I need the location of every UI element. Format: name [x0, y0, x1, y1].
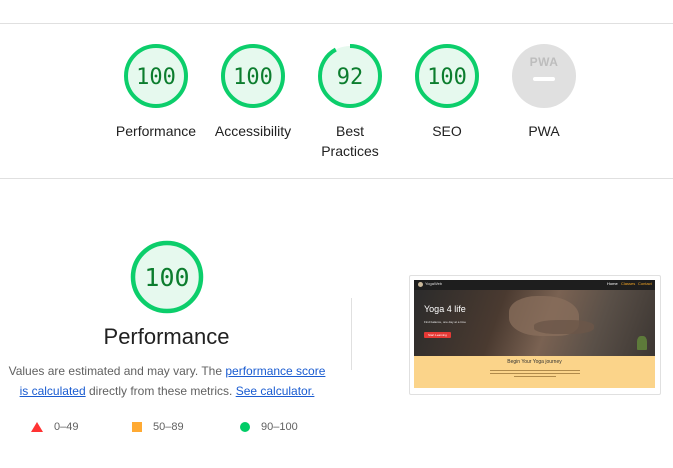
- gauge-ring: 92: [318, 44, 382, 108]
- gauge-label: SEO: [432, 123, 462, 139]
- big-score: 100: [144, 263, 189, 292]
- gauge-label: Performance: [115, 123, 197, 139]
- thumb-plant-icon: [637, 336, 647, 350]
- thumb-footer: [414, 388, 655, 390]
- performance-title: Performance: [103, 324, 230, 349]
- thumb-nav-item: Contact: [638, 281, 652, 286]
- thumb-text-line: [490, 370, 580, 371]
- square-icon: [132, 422, 142, 432]
- desc-text: directly from these metrics.: [85, 384, 236, 398]
- thumb-figure: [534, 320, 594, 334]
- gauge-score: 100: [427, 65, 467, 90]
- thumb-text-line: [514, 376, 556, 377]
- thumb-navbar: YogaWeb Home Classes Contact: [414, 280, 655, 290]
- thumb-hero-sub: Find balance, one day at a time: [424, 320, 466, 324]
- vertical-divider: [351, 298, 352, 370]
- legend-range: 50–89: [153, 421, 184, 433]
- thumb-nav-item: Classes: [621, 281, 636, 286]
- gauge-ring: 100: [124, 44, 188, 108]
- thumb-nav-item: Home: [607, 281, 618, 286]
- circle-icon: [240, 422, 250, 432]
- triangle-icon: [31, 422, 43, 432]
- see-calculator-link[interactable]: See calculator.: [236, 384, 315, 398]
- gauge-label: Accessibility: [214, 123, 292, 139]
- gauge-pwa[interactable]: PWA PWA: [496, 43, 592, 141]
- gauge-score: 92: [337, 65, 364, 90]
- performance-description: Values are estimated and may vary. The p…: [4, 361, 330, 401]
- desc-text: Values are estimated and may vary. The: [8, 364, 226, 378]
- pwa-badge-icon: PWA: [512, 44, 576, 108]
- section-divider: [0, 178, 673, 179]
- thumb-journey-band: Begin Your Yoga journey: [414, 356, 655, 388]
- legend-range: 90–100: [261, 421, 298, 433]
- gauge-score: 100: [136, 65, 176, 90]
- top-divider: [0, 23, 673, 24]
- gauge-performance[interactable]: 100 Performance: [108, 43, 204, 141]
- thumb-hero: Yoga 4 life Find balance, one day at a t…: [414, 290, 655, 356]
- thumb-text-line: [490, 373, 580, 374]
- legend-pass: 90–100: [240, 418, 298, 436]
- pwa-badge-text: PWA: [530, 55, 559, 69]
- gauge-seo[interactable]: 100 SEO: [399, 43, 495, 141]
- thumb-hero-button: Start Learning: [424, 332, 451, 338]
- gauge-best-practices[interactable]: 92 Best Practices: [302, 43, 398, 161]
- final-screenshot-thumbnail[interactable]: YogaWeb Home Classes Contact Yoga 4 life…: [409, 275, 661, 395]
- gauge-label: PWA: [528, 123, 560, 139]
- gauge-ring: 100: [415, 44, 479, 108]
- gauge-ring: 100: [221, 44, 285, 108]
- thumb-band-title: Begin Your Yoga journey: [507, 359, 562, 365]
- legend-average: 50–89: [132, 418, 184, 436]
- gauge-label: Best Practices: [321, 123, 379, 159]
- legend-fail: 0–49: [31, 418, 78, 436]
- thumb-hero-title: Yoga 4 life: [424, 304, 466, 314]
- gauge-score: 100: [233, 65, 273, 90]
- legend-range: 0–49: [54, 421, 79, 433]
- performance-big-gauge: 100: [130, 240, 204, 314]
- thumb-logo-icon: [418, 282, 423, 287]
- gauge-accessibility[interactable]: 100 Accessibility: [205, 43, 301, 141]
- thumb-brand: YogaWeb: [425, 281, 443, 286]
- screenshot-image: YogaWeb Home Classes Contact Yoga 4 life…: [414, 280, 655, 390]
